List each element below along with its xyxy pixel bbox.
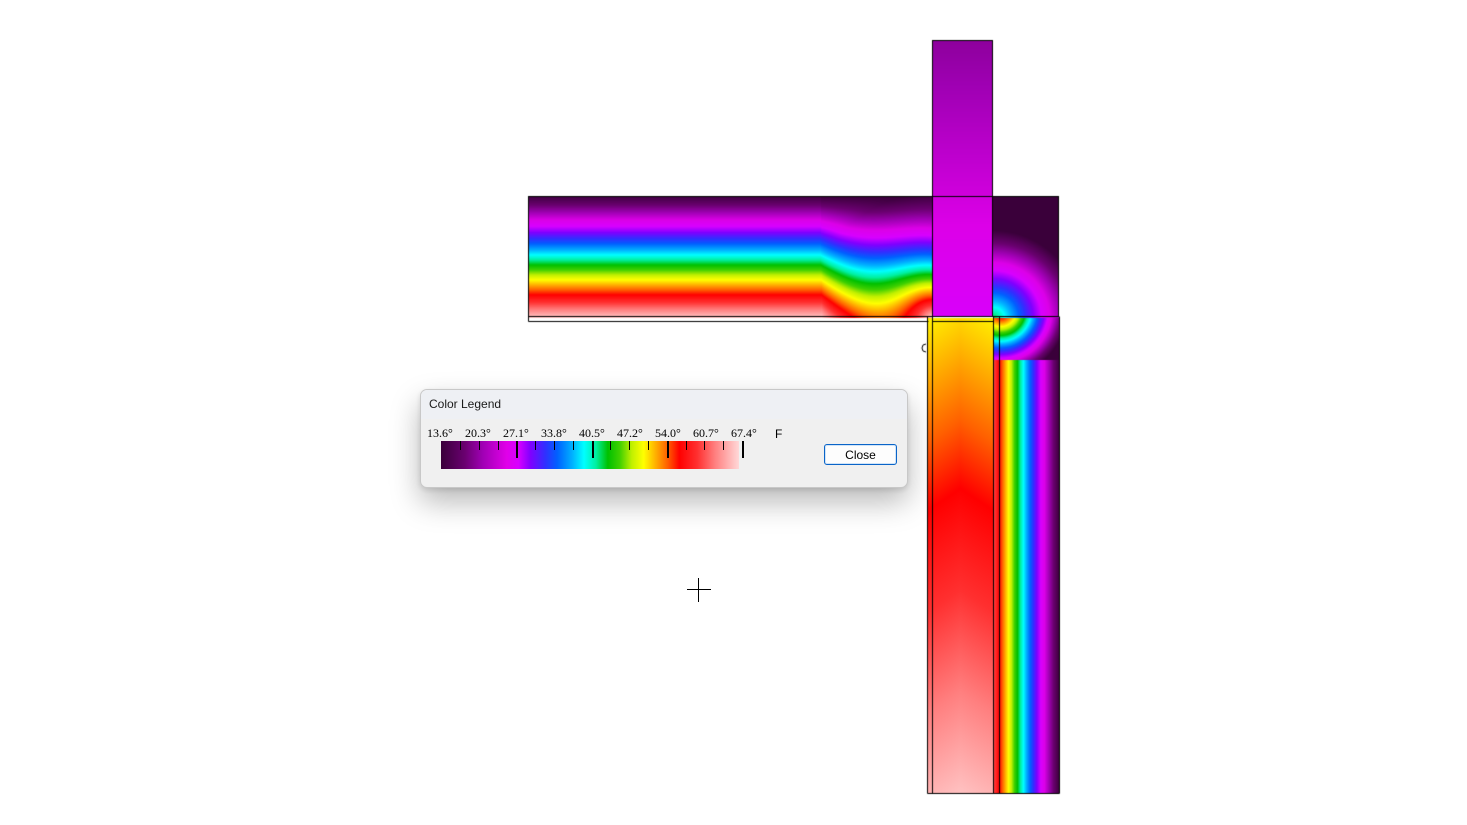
color-legend-dialog: Color Legend 13.6° 20.3° 27.1° 33.8° 40.… <box>420 389 908 488</box>
legend-tick-label: 54.0° <box>655 426 681 440</box>
legend-tick-label: 13.6° <box>427 426 453 440</box>
legend-tick-label: 27.1° <box>503 426 529 440</box>
scale-tick <box>516 441 519 458</box>
scale-tick <box>497 441 499 450</box>
legend-tick-label: 60.7° <box>693 426 719 440</box>
scale-tick <box>554 441 555 450</box>
scale-tick <box>666 441 669 458</box>
close-button[interactable]: Close <box>824 444 897 465</box>
crosshair-cursor-icon <box>687 578 711 602</box>
scale-tick <box>572 441 574 450</box>
legend-tick-labels: 13.6° 20.3° 27.1° 33.8° 40.5° 47.2° 54.0… <box>421 426 821 442</box>
legend-unit-label: F <box>775 427 783 441</box>
scale-tick <box>591 441 594 458</box>
dialog-title: Color Legend <box>429 397 502 411</box>
legend-tick-label: 47.2° <box>617 426 643 440</box>
scale-tick <box>648 441 649 450</box>
color-scale-bar <box>441 441 744 469</box>
scale-tick <box>629 441 631 450</box>
scale-tick <box>742 441 744 458</box>
scale-tick <box>460 441 461 450</box>
scale-tick <box>535 441 537 450</box>
scale-tick <box>685 441 687 450</box>
legend-tick-label: 67.4° <box>731 426 757 440</box>
legend-tick-label: 40.5° <box>579 426 605 440</box>
scale-tick <box>723 441 725 450</box>
legend-tick-label: 33.8° <box>541 426 567 440</box>
scale-tick <box>610 441 612 450</box>
dialog-titlebar[interactable]: Color Legend <box>421 390 907 419</box>
legend-tick-label: 20.3° <box>465 426 491 440</box>
scale-tick <box>478 441 480 450</box>
scale-tick <box>704 441 706 450</box>
